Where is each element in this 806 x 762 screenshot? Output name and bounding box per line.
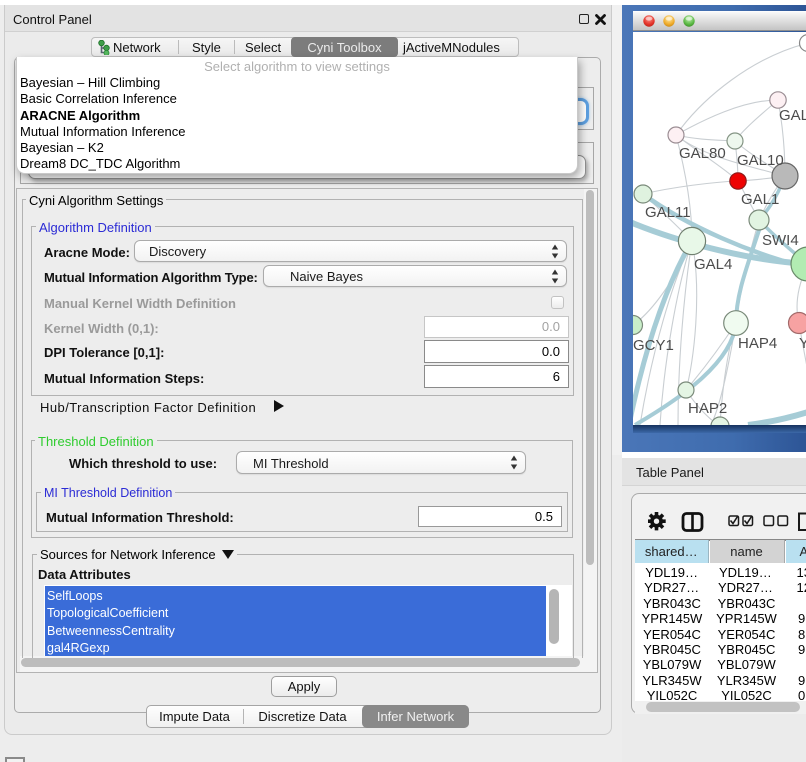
- svg-text:Y: Y: [799, 335, 806, 352]
- svg-text:HAP2: HAP2: [688, 400, 727, 417]
- svg-text:HAP4: HAP4: [738, 335, 777, 352]
- svg-text:GAL11: GAL11: [645, 204, 691, 221]
- svg-text:GAL: GAL: [779, 107, 806, 124]
- svg-text:GAL10: GAL10: [737, 152, 784, 169]
- svg-text:SWI4: SWI4: [762, 232, 799, 249]
- svg-text:GAL80: GAL80: [679, 145, 726, 162]
- svg-text:GAL1: GAL1: [741, 191, 779, 208]
- svg-text:GCY1: GCY1: [633, 337, 674, 354]
- svg-text:GAL4: GAL4: [694, 256, 732, 273]
